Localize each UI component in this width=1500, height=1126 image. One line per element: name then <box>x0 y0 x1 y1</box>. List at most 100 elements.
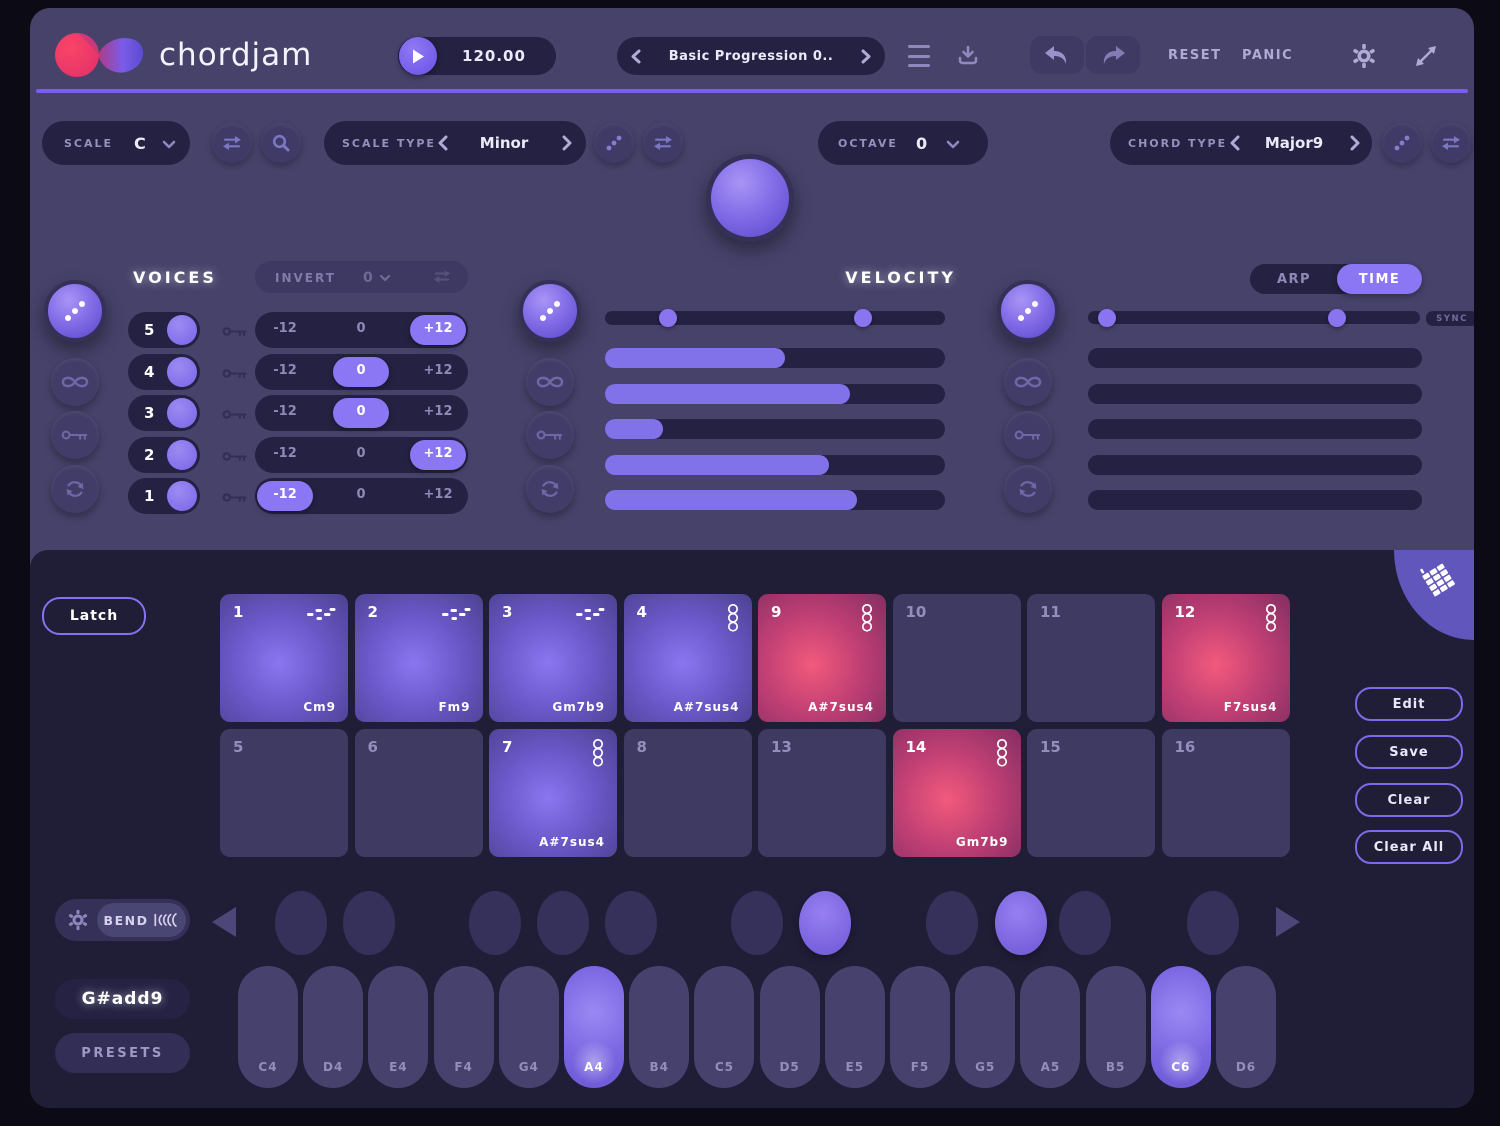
arp-tab[interactable]: ARP <box>1250 272 1338 287</box>
key-F5[interactable]: F5 <box>890 966 950 1088</box>
chord-type-next-icon[interactable] <box>1350 135 1360 151</box>
chip-A#4[interactable] <box>605 891 657 955</box>
resize-button[interactable] <box>1414 44 1438 68</box>
velocity-bar-2[interactable] <box>605 384 945 404</box>
voice-toggle-knob[interactable] <box>167 315 197 345</box>
time-bar-1[interactable] <box>1088 348 1422 368</box>
voice-toggle-knob[interactable] <box>167 398 197 428</box>
voice-toggle-knob[interactable] <box>167 440 197 470</box>
time-bar-4[interactable] <box>1088 455 1422 475</box>
velocity-reset-button[interactable] <box>526 465 574 513</box>
velocity-bar-5[interactable] <box>605 490 945 510</box>
option--12[interactable]: -12 <box>263 487 307 502</box>
key-B5[interactable]: B5 <box>1086 966 1146 1088</box>
chord-type-swap-button[interactable] <box>1431 123 1471 163</box>
invert-selector[interactable]: INVERT 0 <box>255 261 468 293</box>
clear-all-button[interactable]: Clear All <box>1355 830 1463 864</box>
voices-reset-button[interactable] <box>51 465 99 513</box>
chips-scroll-right[interactable] <box>1276 907 1300 937</box>
pad-16[interactable]: 16 <box>1162 729 1290 857</box>
preset-name[interactable]: Basic Progression 0.. <box>643 49 859 64</box>
tempo-display[interactable]: 120.00 <box>442 47 546 65</box>
velocity-random-knob[interactable] <box>519 280 581 342</box>
settings-button[interactable] <box>1350 42 1378 70</box>
chip-D#5[interactable] <box>799 891 851 955</box>
key-C6[interactable]: C6 <box>1151 966 1211 1088</box>
velocity-range-low-handle[interactable] <box>659 309 677 327</box>
pad-7[interactable]: 7A#7sus4 <box>489 729 617 857</box>
time-bar-5[interactable] <box>1088 490 1422 510</box>
pad-8[interactable]: 8 <box>624 729 752 857</box>
option-+12[interactable]: +12 <box>416 363 460 378</box>
edit-button[interactable]: Edit <box>1355 687 1463 721</box>
time-bar-3[interactable] <box>1088 419 1422 439</box>
main-knob[interactable] <box>706 154 794 242</box>
chip-D#4[interactable] <box>343 891 395 955</box>
octave-selector[interactable]: OCTAVE 0 <box>818 121 988 165</box>
option--12[interactable]: -12 <box>263 363 307 378</box>
time-random-knob[interactable] <box>997 280 1059 342</box>
scale-type-prev-icon[interactable] <box>438 135 448 151</box>
option-0[interactable]: 0 <box>339 404 383 419</box>
time-tab[interactable]: TIME <box>1337 264 1422 294</box>
menu-button[interactable] <box>906 45 932 67</box>
chip-G#5[interactable] <box>995 891 1047 955</box>
key-D5[interactable]: D5 <box>760 966 820 1088</box>
option-0[interactable]: 0 <box>339 446 383 461</box>
pad-15[interactable]: 15 <box>1027 729 1155 857</box>
undo-button[interactable] <box>1030 36 1084 74</box>
velocity-range-slider[interactable] <box>605 311 945 325</box>
preset-prev-icon[interactable] <box>631 49 641 64</box>
pad-2[interactable]: 2Fm9 <box>355 594 483 722</box>
velocity-bar-3[interactable] <box>605 419 945 439</box>
time-range-high-handle[interactable] <box>1328 309 1346 327</box>
key-A5[interactable]: A5 <box>1020 966 1080 1088</box>
key-C5[interactable]: C5 <box>694 966 754 1088</box>
option-+12[interactable]: +12 <box>416 487 460 502</box>
velocity-bar-1[interactable] <box>605 348 945 368</box>
option--12[interactable]: -12 <box>263 321 307 336</box>
scale-selector[interactable]: SCALE C <box>42 121 190 165</box>
scale-type-random-button[interactable] <box>594 123 634 163</box>
time-bar-2[interactable] <box>1088 384 1422 404</box>
key-E4[interactable]: E4 <box>368 966 428 1088</box>
key-F4[interactable]: F4 <box>434 966 494 1088</box>
option-+12[interactable]: +12 <box>416 404 460 419</box>
option--12[interactable]: -12 <box>263 446 307 461</box>
pad-5[interactable]: 5 <box>220 729 348 857</box>
time-range-low-handle[interactable] <box>1098 309 1116 327</box>
velocity-loop-button[interactable] <box>526 358 574 406</box>
chip-G#4[interactable] <box>537 891 589 955</box>
presets-button[interactable]: PRESETS <box>55 1033 190 1073</box>
voice-toggle-knob[interactable] <box>167 357 197 387</box>
pad-3[interactable]: 3Gm7b9 <box>489 594 617 722</box>
key-A4[interactable]: A4 <box>564 966 624 1088</box>
option-+12[interactable]: +12 <box>416 321 460 336</box>
pad-11[interactable]: 11 <box>1027 594 1155 722</box>
key-B4[interactable]: B4 <box>629 966 689 1088</box>
velocity-bar-4[interactable] <box>605 455 945 475</box>
option-+12[interactable]: +12 <box>416 446 460 461</box>
key-G4[interactable]: G4 <box>499 966 559 1088</box>
clear-button[interactable]: Clear <box>1355 783 1463 817</box>
reset-button[interactable]: RESET <box>1168 48 1222 63</box>
chip-F#4[interactable] <box>469 891 521 955</box>
chord-type-random-button[interactable] <box>1382 123 1422 163</box>
key-D6[interactable]: D6 <box>1216 966 1276 1088</box>
chord-type-prev-icon[interactable] <box>1230 135 1240 151</box>
pad-1[interactable]: 1Cm9 <box>220 594 348 722</box>
key-D4[interactable]: D4 <box>303 966 363 1088</box>
scale-type-swap-button[interactable] <box>643 123 683 163</box>
pad-9[interactable]: 9A#7sus4 <box>758 594 886 722</box>
chips-scroll-left[interactable] <box>212 907 236 937</box>
velocity-lock-button[interactable] <box>526 411 574 459</box>
pad-view-corner[interactable] <box>1394 550 1474 640</box>
time-reset-button[interactable] <box>1004 465 1052 513</box>
bend-toggle[interactable]: BEND <box>97 903 186 937</box>
preset-next-icon[interactable] <box>861 49 871 64</box>
option-0[interactable]: 0 <box>339 321 383 336</box>
pad-6[interactable]: 6 <box>355 729 483 857</box>
latch-button[interactable]: Latch <box>42 597 146 635</box>
time-lock-button[interactable] <box>1004 411 1052 459</box>
velocity-range-high-handle[interactable] <box>854 309 872 327</box>
